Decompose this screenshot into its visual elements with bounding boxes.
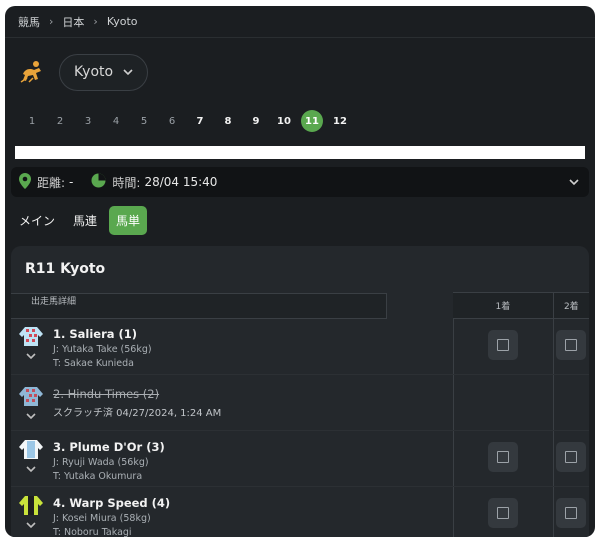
runner-scratch-note: スクラッチ済 04/27/2024, 1:24 AM [53,407,222,419]
chevron-down-icon[interactable] [26,353,36,363]
race-num-9[interactable]: 9 [245,110,267,132]
first-place-checkbox[interactable] [488,329,519,360]
chevron-down-icon[interactable] [26,412,36,423]
race-num-1[interactable]: 1 [21,110,43,132]
horse-racing-icon [17,57,47,87]
runner-jockey: J: Yutaka Take (56kg) [53,344,152,356]
map-pin-icon [19,172,31,192]
race-num-6[interactable]: 6 [161,110,183,132]
race-num-3[interactable]: 3 [77,110,99,132]
distance-label: 距離: [37,175,66,190]
runner-name: 3. Plume D'Or (3) [53,439,165,454]
race-number-nav: 1 2 3 4 5 6 7 8 9 10 11 12 [5,106,595,136]
banner-placeholder [15,146,585,159]
tab-quinella[interactable]: 馬連 [73,206,97,235]
tab-main[interactable]: メイン [19,206,55,235]
second-place-checkbox[interactable] [556,497,587,528]
chevron-down-icon[interactable] [26,465,36,476]
table-row: 2. Hindu Times (2) スクラッチ済 04/27/2024, 1:… [11,374,589,431]
race-info-bar[interactable]: 距離: - 時間: 28/04 15:40 [11,167,589,197]
race-num-12[interactable]: 12 [329,110,351,132]
chevron-down-icon[interactable] [26,521,36,532]
tab-exacta[interactable]: 馬単 [109,205,148,235]
runner-jockey: J: Kosei Miura (58kg) [53,512,151,524]
runner-jockey: J: Ryuji Wada (56kg) [53,456,149,468]
col-header-runner: 出走馬詳細 [11,292,387,319]
table-row: 3. Plume D'Or (3) J: Ryuji Wada (56kg) T… [11,430,589,487]
app-frame: 競馬 › 日本 › Kyoto Kyoto 1 2 3 4 5 6 7 8 9 [5,6,595,537]
chevron-right-icon: › [93,15,98,28]
runners-table: 出走馬詳細 1着 2着 1. Saliera (1) J: Yutaka Tak… [11,292,589,537]
second-place-checkbox[interactable] [556,329,587,360]
race-num-2[interactable]: 2 [49,110,71,132]
chevron-down-icon[interactable] [569,176,579,189]
runner-name: 1. Saliera (1) [53,327,138,342]
jockey-silk-icon [18,494,44,520]
venue-dropdown[interactable]: Kyoto [59,53,149,91]
col-header-first: 1着 [453,292,554,319]
second-place-checkbox[interactable] [556,441,587,472]
race-num-10[interactable]: 10 [273,110,295,132]
runner-name: 4. Warp Speed (4) [53,495,171,510]
clock-icon [91,173,106,191]
table-row: 4. Warp Speed (4) J: Kosei Miura (58kg) … [11,486,589,537]
runner-trainer: T: Noboru Takagi [53,526,132,537]
time-label: 時間: [112,175,141,190]
first-place-checkbox[interactable] [488,497,519,528]
breadcrumb-sport[interactable]: 競馬 [18,14,40,30]
venue-row: Kyoto [5,38,595,106]
race-num-5[interactable]: 5 [133,110,155,132]
chevron-down-icon [123,64,133,80]
time-value: 28/04 15:40 [144,175,218,189]
race-card: R11 Kyoto 出走馬詳細 1着 2着 1. Saliera (1) J: … [11,246,589,537]
race-num-11[interactable]: 11 [301,110,323,132]
col-header-second: 2着 [553,292,589,319]
race-num-8[interactable]: 8 [217,110,239,132]
jockey-silk-icon [18,325,44,351]
chevron-right-icon: › [49,15,54,28]
breadcrumb-venue[interactable]: Kyoto [107,15,138,28]
runner-trainer: T: Sakae Kunieda [53,358,134,370]
jockey-silk-icon [18,385,44,411]
first-place-checkbox[interactable] [488,441,519,472]
venue-dropdown-label: Kyoto [74,64,114,80]
runner-trainer: T: Yutaka Okumura [53,470,143,482]
breadcrumb-country[interactable]: 日本 [62,14,84,30]
runner-name: 2. Hindu Times (2) [53,386,160,401]
bet-type-tabs: メイン 馬連 馬単 [5,202,595,238]
distance-value: - [69,175,74,189]
breadcrumb: 競馬 › 日本 › Kyoto [5,6,595,38]
jockey-silk-icon [18,438,44,464]
table-row: 1. Saliera (1) J: Yutaka Take (56kg) T: … [11,318,589,375]
race-num-4[interactable]: 4 [105,110,127,132]
race-num-7[interactable]: 7 [189,110,211,132]
race-title: R11 Kyoto [25,261,106,277]
